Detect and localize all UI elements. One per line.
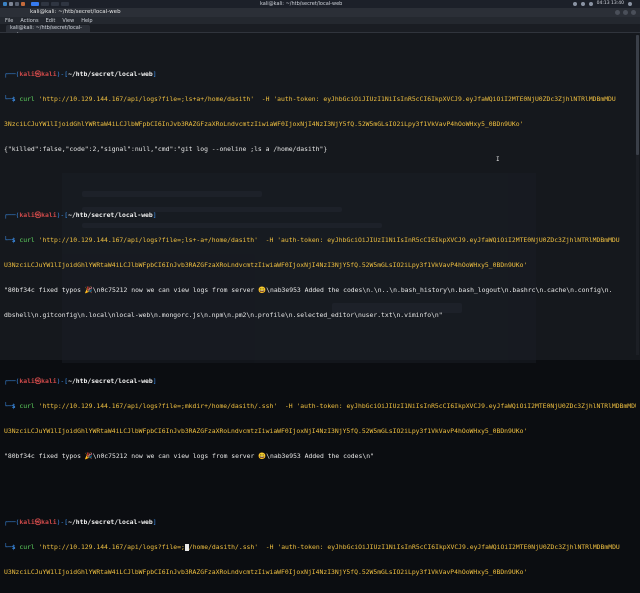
workspace-4[interactable]	[61, 2, 69, 6]
file-manager-icon[interactable]	[9, 2, 13, 6]
workspace-1[interactable]	[31, 2, 39, 6]
command-output: "80bf34c fixed typos 🎉\n0c75212 now we c…	[4, 451, 374, 460]
clock[interactable]: 04:13 13:40	[597, 1, 624, 6]
prompt-line: ┌──(kali㉿kali)-[~/htb/secret/local-web]	[4, 211, 157, 220]
terminal-window: kali@kali: ~/htb/secret/local-web File A…	[0, 8, 640, 576]
command-line-wrap: U3NzciLCJuYW1lIjoidGhlYWRtaW4iLCJlbWFpbC…	[4, 261, 528, 270]
battery-icon[interactable]	[588, 1, 593, 6]
prompt-line: ┌──(kali㉿kali)-[~/htb/secret/local-web]	[4, 70, 157, 79]
system-tray: 04:13 13:40	[572, 1, 632, 6]
command-line-wrap: U3NzciLCJuYW1lIjoidGhlYWRtaW4iLCJlbWFpbC…	[4, 426, 528, 435]
scrollbar[interactable]	[636, 35, 639, 355]
panel-window-title[interactable]: kali@kali: ~/htb/secret/local-web	[260, 1, 342, 7]
panel-launchers	[3, 2, 25, 6]
volume-icon[interactable]	[580, 1, 585, 6]
prompt-line: ┌──(kali㉿kali)-[~/htb/secret/local-web]	[4, 518, 157, 527]
workspace-3[interactable]	[51, 2, 59, 6]
window-maximize-icon[interactable]	[623, 10, 628, 15]
prompt-line: ┌──(kali㉿kali)-[~/htb/secret/local-web]	[4, 377, 157, 386]
command-line-wrap: 3NzciLCJuYW1lIjoidGhlYWRtaW4iLCJlbWFpbCI…	[4, 119, 524, 128]
active-command-line[interactable]: └─$ curl 'http://10.129.144.167/api/logs…	[4, 543, 636, 551]
command-line: └─$ curl 'http://10.129.144.167/api/logs…	[4, 95, 616, 104]
menu-file[interactable]: File	[5, 18, 13, 24]
browser-launcher-icon[interactable]	[21, 2, 25, 6]
window-close-icon[interactable]	[631, 10, 636, 15]
workspace-2[interactable]	[41, 2, 49, 6]
menu-edit[interactable]: Edit	[46, 18, 56, 24]
window-controls	[615, 10, 636, 15]
command-output: "80bf34c fixed typos 🎉\n0c75212 now we c…	[4, 285, 613, 294]
command-output: dbshell\n.gitconfig\n.local\nlocal-web\n…	[4, 310, 443, 319]
command-line: └─$ curl 'http://10.129.144.167/api/logs…	[4, 402, 636, 411]
mouse-ibeam-icon: I	[496, 156, 500, 163]
command-output: {"killed":false,"code":2,"signal":null,"…	[4, 144, 328, 153]
menu-actions[interactable]: Actions	[20, 18, 38, 24]
terminal-output: ┌──(kali㉿kali)-[~/htb/secret/local-web] …	[4, 37, 636, 593]
terminal-area[interactable]: ┌──(kali㉿kali)-[~/htb/secret/local-web] …	[0, 33, 640, 576]
kali-menu-icon[interactable]	[3, 2, 7, 6]
window-title: kali@kali: ~/htb/secret/local-web	[30, 9, 121, 15]
command-line-wrap: U3NzciLCJuYW1lIjoidGhlYWRtaW4iLCJlbWFpbC…	[4, 568, 528, 576]
menu-help[interactable]: Help	[81, 18, 92, 24]
network-icon[interactable]	[572, 1, 577, 6]
power-icon[interactable]	[628, 1, 632, 6]
terminal-tab[interactable]: kali@kali: ~/htb/secret/local-web	[6, 25, 90, 38]
tab-bar: kali@kali: ~/htb/secret/local-web	[0, 24, 640, 38]
window-titlebar[interactable]: kali@kali: ~/htb/secret/local-web	[0, 8, 640, 17]
menu-bar: File Actions Edit View Help	[0, 17, 640, 24]
scrollbar-thumb[interactable]	[636, 35, 639, 155]
terminal-launcher-icon[interactable]	[15, 2, 19, 6]
menu-view[interactable]: View	[62, 18, 74, 24]
workspace-switcher-icon[interactable]	[31, 2, 69, 6]
window-minimize-icon[interactable]	[615, 10, 620, 15]
desktop-panel: kali@kali: ~/htb/secret/local-web 04:13 …	[0, 0, 640, 8]
command-line: └─$ curl 'http://10.129.144.167/api/logs…	[4, 236, 620, 245]
